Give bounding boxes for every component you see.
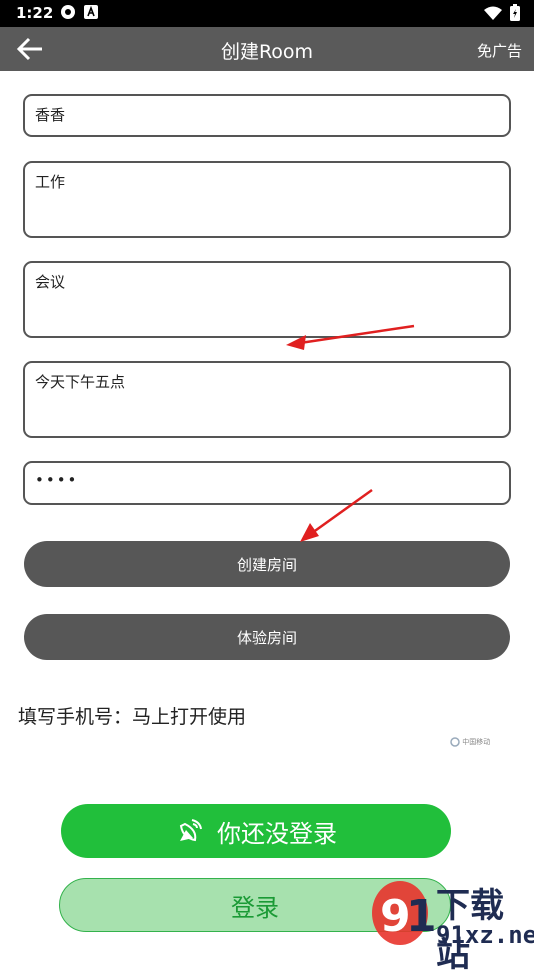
not-logged-in-button[interactable]: 你还没登录 bbox=[61, 804, 451, 858]
carrier-logo: 中国移动 bbox=[450, 737, 490, 747]
phone-hint-text: 填写手机号：马上打开使用 bbox=[18, 706, 247, 728]
app-notification-icon bbox=[84, 5, 98, 19]
status-bar: 1:22 bbox=[0, 0, 534, 27]
ad-free-button[interactable]: 免广告 bbox=[477, 40, 522, 61]
password-field[interactable]: •••• bbox=[23, 461, 511, 505]
sync-icon bbox=[61, 5, 75, 19]
svg-text:1: 1 bbox=[406, 891, 437, 942]
carrier-logo-text: 中国移动 bbox=[462, 738, 491, 746]
satellite-dish-icon bbox=[179, 819, 202, 842]
room-field-2[interactable]: 工作 bbox=[23, 161, 511, 238]
not-logged-in-label: 你还没登录 bbox=[217, 819, 337, 848]
carrier-logo-icon bbox=[450, 737, 460, 747]
status-time: 1:22 bbox=[16, 4, 54, 22]
page-title: 创建Room bbox=[220, 41, 314, 63]
status-icons-left bbox=[60, 4, 98, 20]
room-name-field[interactable]: 香香 bbox=[23, 94, 511, 137]
watermark-site: 91xz.net bbox=[436, 921, 534, 949]
create-room-button[interactable]: 创建房间 bbox=[24, 541, 510, 587]
wifi-icon bbox=[484, 6, 502, 20]
app-bar: 创建Room 免广告 bbox=[0, 27, 534, 71]
room-field-3[interactable]: 会议 bbox=[23, 261, 511, 338]
battery-icon bbox=[510, 4, 520, 21]
trial-room-button[interactable]: 体验房间 bbox=[24, 614, 510, 660]
room-field-4[interactable]: 今天下午五点 bbox=[23, 361, 511, 438]
status-icons-right bbox=[484, 4, 520, 21]
